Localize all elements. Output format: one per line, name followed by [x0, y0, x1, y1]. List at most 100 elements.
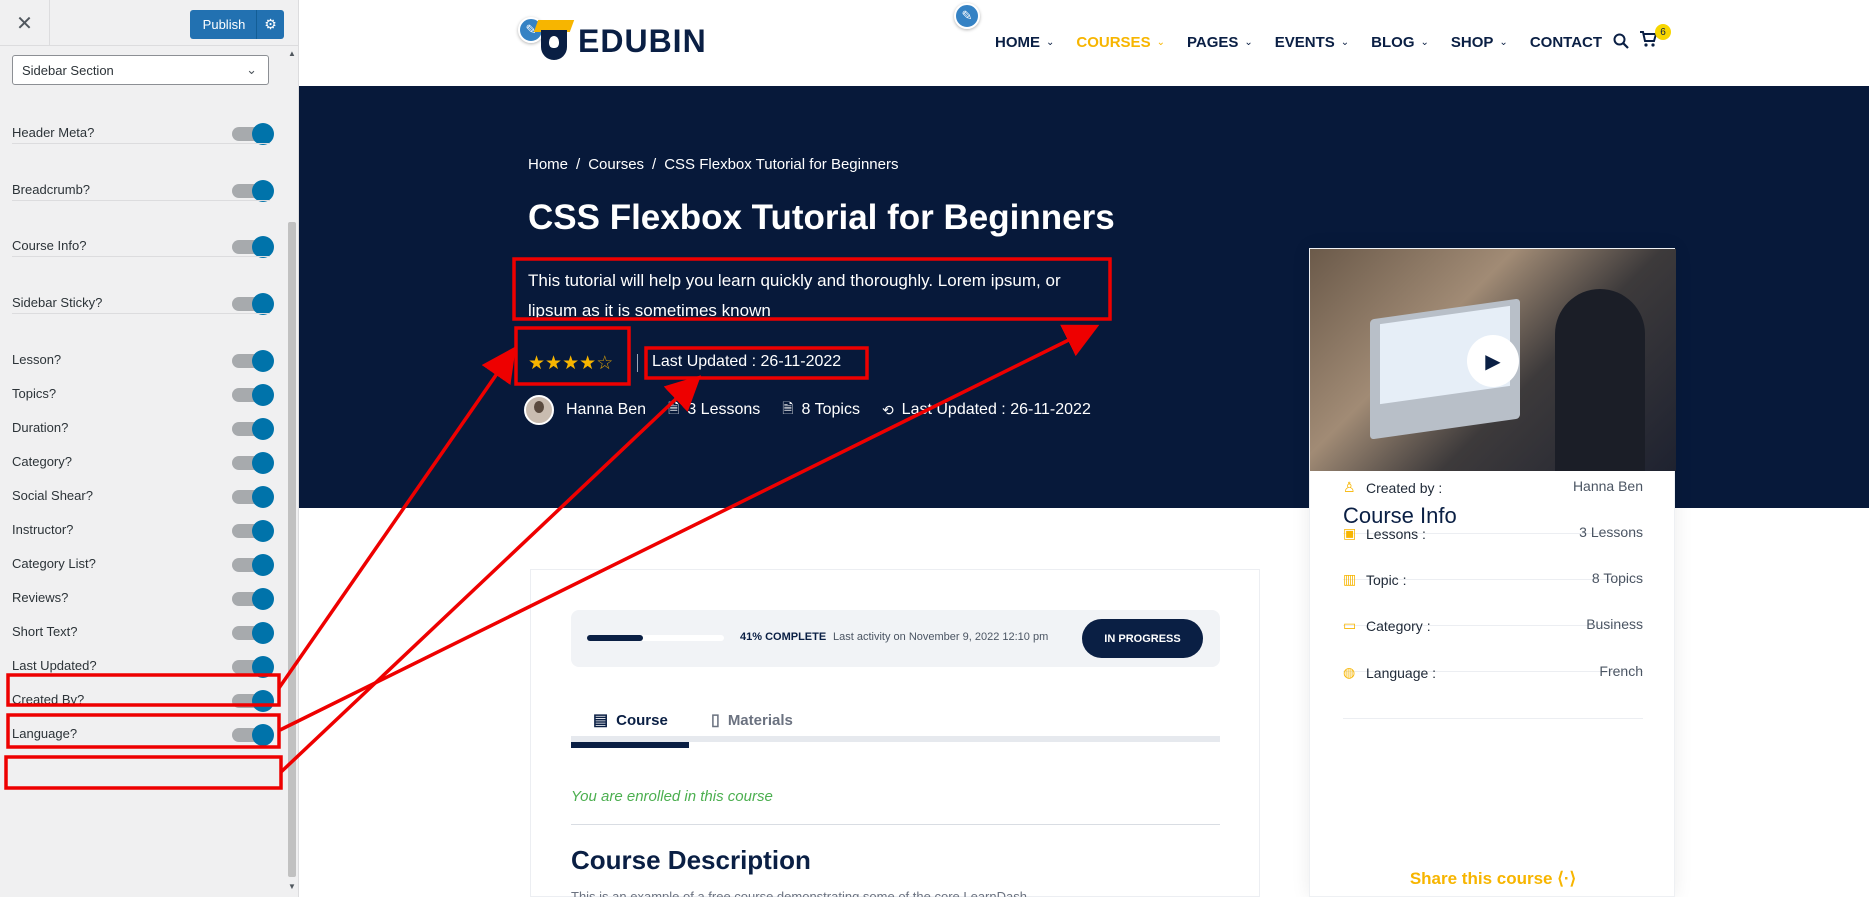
toggle-switch[interactable] [232, 554, 274, 576]
divider [12, 256, 270, 257]
toggle-switch[interactable] [232, 123, 274, 145]
toggle-label: Duration? [12, 420, 69, 435]
divider [12, 143, 270, 144]
site-logo[interactable]: EDUBIN [532, 16, 707, 66]
globe-icon: ◍ [1343, 664, 1356, 680]
toggle-label: Header Meta? [12, 125, 95, 140]
toggle-label: Instructor? [12, 522, 74, 537]
meta-divider [637, 354, 638, 372]
edit-menu-pencil-icon[interactable]: ✎ [954, 3, 980, 29]
divider [12, 313, 270, 314]
toggle-row: Sidebar Sticky? [0, 283, 286, 323]
notebook-icon: ▤ [593, 712, 609, 729]
breadcrumb-courses[interactable]: Courses [588, 156, 644, 173]
lessons-count: 3 Lessons [687, 401, 761, 418]
scroll-down-icon[interactable]: ▼ [286, 882, 298, 891]
scroll-up-icon[interactable]: ▲ [286, 49, 298, 58]
tab-course-label: Course [616, 711, 668, 729]
info-value: French [1599, 663, 1643, 679]
breadcrumb-home[interactable]: Home [528, 156, 568, 173]
customizer-panel: ✕ Publish ⚙ Sidebar Section ⌄ Header Met… [0, 0, 299, 897]
chevron-down-icon: ⌄ [1046, 36, 1055, 48]
chevron-down-icon: ⌄ [1420, 36, 1429, 48]
tab-course[interactable]: ▤ Course [571, 698, 689, 742]
customizer-body: Sidebar Section ⌄ Header Meta? Breadcrumb… [0, 47, 286, 897]
toggle-switch[interactable] [232, 452, 274, 474]
toggle-switch[interactable] [232, 486, 274, 508]
rating-stars: ★ ★ ★ ★ ☆ [528, 352, 613, 375]
section-select[interactable]: Sidebar Section ⌄ [12, 55, 269, 85]
nav-item-pages[interactable]: PAGES ⌄ [1187, 34, 1253, 51]
toggle-label: Social Shear? [12, 488, 93, 503]
toggle-switch[interactable] [232, 350, 274, 372]
nav-item-label: BLOG [1371, 33, 1415, 51]
course-video-thumbnail[interactable]: ▶ [1310, 249, 1676, 471]
breadcrumb: Home / Courses / CSS Flexbox Tutorial fo… [528, 156, 907, 173]
share-course-button[interactable]: Share this course ⟨·⟩ [1310, 869, 1676, 889]
course-meta-row: Hanna Ben 🗎 3 Lessons 🗎 8 Topics ⟲ Last … [524, 395, 1091, 425]
toggle-row: Course Info? [0, 226, 286, 266]
nav-item-shop[interactable]: SHOP ⌄ [1451, 34, 1508, 51]
info-value: 3 Lessons [1579, 524, 1643, 540]
toggle-row: Language? [0, 714, 286, 754]
publish-button[interactable]: Publish ⚙ [190, 10, 284, 39]
gear-icon[interactable]: ⚙ [256, 10, 284, 39]
play-icon[interactable]: ▶ [1467, 335, 1519, 387]
tab-materials[interactable]: ▯ Materials [711, 698, 793, 742]
toggle-label: Sidebar Sticky? [12, 295, 103, 310]
author-name[interactable]: Hanna Ben [566, 401, 646, 419]
toggle-label: Language? [12, 726, 78, 741]
enrolled-notice: You are enrolled in this course [571, 788, 773, 805]
course-short-text: This tutorial will help you learn quickl… [528, 271, 1061, 320]
customizer-scrollbar[interactable]: ▲ ▼ [286, 47, 298, 897]
close-icon[interactable]: ✕ [0, 0, 50, 46]
info-key: Created by : [1366, 480, 1443, 496]
toggle-switch[interactable] [232, 384, 274, 406]
toggle-switch[interactable] [232, 588, 274, 610]
active-tab-indicator [571, 742, 689, 748]
nav-item-label: HOME [995, 33, 1040, 51]
nav-item-events[interactable]: EVENTS ⌄ [1275, 34, 1349, 51]
chevron-down-icon: ⌄ [246, 62, 257, 77]
toggle-switch[interactable] [232, 656, 274, 678]
toggle-switch[interactable] [232, 622, 274, 644]
toggle-row: Breadcrumb? [0, 170, 286, 210]
lesson-icon: ▣ [1343, 525, 1357, 541]
divider [12, 200, 270, 201]
main-nav: HOME ⌄ COURSES ⌄ PAGES ⌄ EVENTS ⌄ BLOG ⌄ SHOP ⌄ CONT… [995, 30, 1624, 54]
toggle-switch[interactable] [232, 690, 274, 712]
section-select-value: Sidebar Section [22, 63, 114, 78]
toggle-switch[interactable] [232, 418, 274, 440]
toggle-switch[interactable] [232, 236, 274, 258]
course-content-box: 41% COMPLETE Last activity on November 9… [530, 569, 1260, 897]
star-filled-icon: ★ [545, 353, 563, 374]
toggle-label: Topics? [12, 386, 57, 401]
toggle-switch[interactable] [232, 180, 274, 202]
toggle-label: Course Info? [12, 238, 87, 253]
topic-icon: 🗎 [782, 400, 794, 416]
star-empty-icon: ☆ [596, 353, 614, 374]
nav-item-courses[interactable]: COURSES ⌄ [1076, 34, 1165, 51]
chevron-down-icon: ⌄ [1156, 36, 1165, 48]
toggle-label: Breadcrumb? [12, 182, 91, 197]
nav-item-contact[interactable]: CONTACT [1530, 34, 1602, 51]
share-label: Share this course [1409, 869, 1553, 888]
scrollbar-thumb[interactable] [288, 222, 296, 877]
tab-materials-label: Materials [727, 711, 793, 729]
history-icon: ⟲ [881, 401, 894, 418]
logo-text: EDUBIN [578, 22, 707, 59]
toggle-label: Category? [12, 454, 72, 469]
topics-count: 8 Topics [801, 401, 860, 418]
toggle-label: Category List? [12, 556, 96, 571]
nav-item-blog[interactable]: BLOG ⌄ [1371, 34, 1429, 51]
avatar[interactable] [524, 395, 554, 425]
toggle-switch[interactable] [232, 520, 274, 542]
course-info-row: ◍ Language : French [1343, 663, 1643, 719]
search-icon[interactable] [1613, 33, 1629, 54]
breadcrumb-current: CSS Flexbox Tutorial for Beginners [664, 156, 899, 173]
nav-item-home[interactable]: HOME ⌄ [995, 34, 1054, 51]
toggle-switch[interactable] [232, 724, 274, 746]
toggle-switch[interactable] [232, 293, 274, 315]
customizer-header: ✕ Publish ⚙ [0, 0, 298, 46]
info-key: Category : [1366, 618, 1431, 634]
